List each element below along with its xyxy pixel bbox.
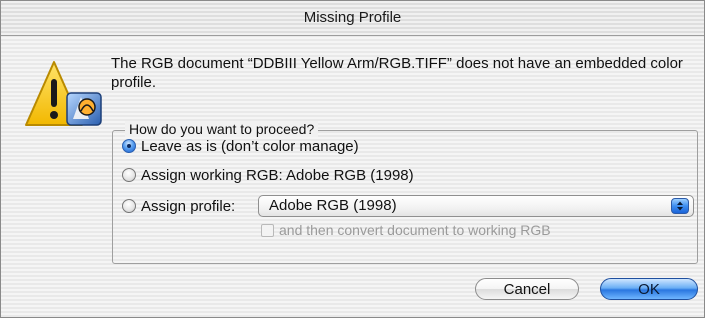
missing-profile-dialog: Missing Profile The RGB document “DDBIII… <box>0 0 705 318</box>
dialog-title: Missing Profile <box>303 9 402 26</box>
warning-icon <box>23 59 107 135</box>
profile-popup-value: Adobe RGB (1998) <box>269 197 397 214</box>
ok-button[interactable]: OK <box>600 278 698 300</box>
radio-unselected-icon[interactable] <box>122 168 136 182</box>
convert-checkbox-row: and then convert document to working RGB <box>261 221 551 239</box>
convert-checkbox-label: and then convert document to working RGB <box>279 222 551 238</box>
radio-label: Assign working RGB: Adobe RGB (1998) <box>141 166 414 184</box>
radio-selected-icon[interactable] <box>122 139 136 153</box>
convert-checkbox <box>261 223 274 237</box>
dialog-message: The RGB document “DDBIII Yellow Arm/RGB.… <box>111 55 683 91</box>
popup-arrows-icon[interactable] <box>671 198 689 214</box>
radio-leave-as-is[interactable]: Leave as is (don’t color manage) <box>122 135 359 157</box>
radio-label: Leave as is (don’t color manage) <box>141 137 359 155</box>
radio-assign-working-rgb[interactable]: Assign working RGB: Adobe RGB (1998) <box>122 164 414 186</box>
profile-popup[interactable]: Adobe RGB (1998) <box>258 195 694 217</box>
radio-unselected-icon[interactable] <box>122 199 136 213</box>
title-bar[interactable]: Missing Profile <box>1 1 704 36</box>
radio-label: Assign profile: <box>141 197 236 215</box>
radio-assign-profile[interactable]: Assign profile: <box>122 195 235 217</box>
cancel-button[interactable]: Cancel <box>475 278 579 300</box>
